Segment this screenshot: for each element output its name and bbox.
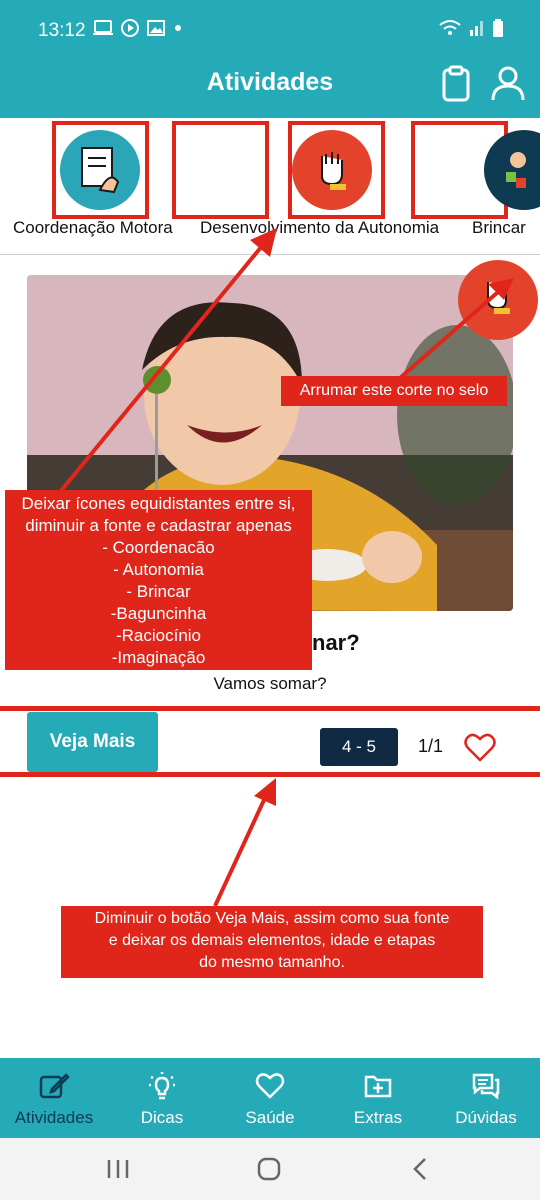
nav-label: Dicas [140, 1108, 184, 1127]
stage-counter: 1/1 [418, 736, 444, 756]
annotation-line-text: diminuir a fonte e cadastrar apenas [25, 516, 292, 535]
annotation-line-text: - Autonomia [113, 560, 204, 579]
category-carousel[interactable]: Coordenação Motora Desenvolvimento da Au… [0, 118, 540, 254]
nav-item-saude[interactable]: Saúde [216, 1058, 324, 1138]
user-icon[interactable] [490, 64, 526, 104]
nav-item-duvidas[interactable]: Dúvidas [432, 1058, 540, 1138]
activity-subtitle: Vamos somar? [213, 674, 327, 693]
nav-label: Extras [353, 1108, 403, 1127]
annotation-line-text: - Coordenacão [102, 538, 215, 557]
status-time: 13:12 [38, 20, 86, 41]
status-bar: 13:12 [0, 0, 540, 58]
app-header: Atividades [0, 58, 540, 118]
heart-icon [255, 1073, 285, 1099]
category-seal-badge [458, 260, 538, 340]
clipboard-icon[interactable] [438, 64, 474, 104]
back-icon[interactable] [410, 1156, 430, 1182]
annotation-line-text: do mesmo tamanho. [199, 954, 345, 971]
chat-icon [472, 1073, 500, 1100]
annotation-line [0, 706, 540, 711]
child-blocks-icon [484, 130, 540, 210]
annotation-line-text: e deixar os demais elementos, idade e et… [108, 932, 436, 949]
dot-icon [175, 25, 181, 31]
annotation-line-text: Deixar ícones equidistantes entre si, [21, 494, 296, 513]
category-label: Brincar [472, 218, 526, 237]
divider [0, 254, 540, 255]
activity-title: nar? [312, 630, 360, 655]
folder-plus-icon [364, 1075, 392, 1098]
hand-drawing-icon [60, 130, 140, 210]
nav-label: Atividades [14, 1108, 94, 1127]
annotation-line-text: -Baguncinha [110, 604, 207, 623]
annotation-line-text: Diminuir o botão Veja Mais, assim como s… [94, 910, 450, 927]
annotation-line-text: -Raciocínio [115, 626, 202, 645]
recent-apps-icon[interactable] [106, 1158, 130, 1180]
status-notification-icons [92, 18, 184, 38]
battery-icon [493, 19, 503, 37]
nav-label: Saúde [245, 1108, 295, 1127]
nav-label: Dúvidas [455, 1108, 517, 1127]
age-range-badge: 4 - 5 [320, 728, 398, 766]
heart-icon[interactable] [464, 733, 496, 763]
bottom-navigation: Atividades Dicas Saúde Extras Dúvidas [0, 1058, 540, 1138]
edit-icon [39, 1073, 70, 1099]
lightbulb-icon [149, 1072, 175, 1100]
see-more-button[interactable]: Veja Mais [27, 712, 158, 772]
home-icon[interactable] [256, 1156, 282, 1182]
annotation-line-text: -Imaginação [111, 648, 206, 667]
status-system-icons [438, 18, 504, 38]
hand-gesture-icon [292, 130, 372, 210]
play-icon [121, 19, 139, 37]
nav-item-extras[interactable]: Extras [324, 1058, 432, 1138]
annotation-note-icons: Deixar ícones equidistantes entre si, di… [5, 490, 312, 670]
nav-item-atividades[interactable]: Atividades [0, 1058, 108, 1138]
nav-item-dicas[interactable]: Dicas [108, 1058, 216, 1138]
annotation-line [0, 772, 540, 777]
system-navigation-bar [0, 1138, 540, 1200]
annotation-line-text: - Brincar [126, 582, 191, 601]
annotation-note-seal: Arrumar este corte no selo [281, 376, 507, 406]
category-label: Coordenação Motora [13, 218, 173, 237]
annotation-highlight-box [172, 121, 269, 219]
image-icon [147, 20, 165, 36]
wifi-icon [439, 20, 461, 35]
signal-icon [470, 21, 483, 36]
category-label: Desenvolvimento da Autonomia [200, 218, 440, 237]
annotation-note-button: Diminuir o botão Veja Mais, assim como s… [61, 906, 483, 978]
laptop-icon [93, 20, 113, 35]
